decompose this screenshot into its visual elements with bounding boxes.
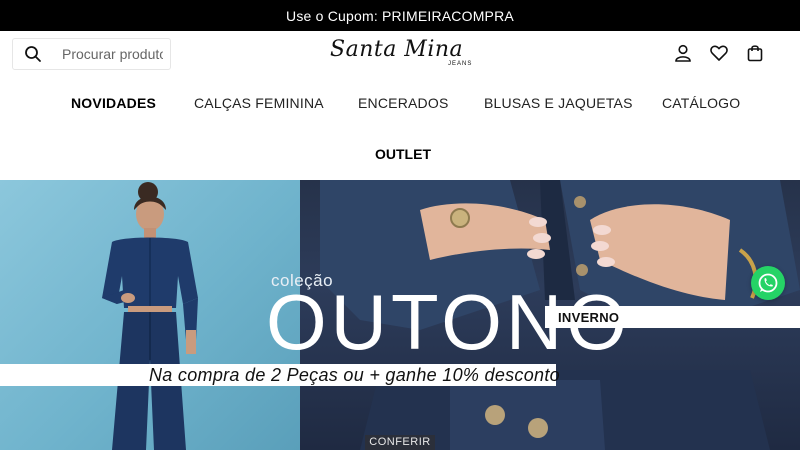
search-input[interactable] [53,46,163,62]
conferir-button[interactable]: CONFERIR [365,435,435,450]
main-nav: NOVIDADES CALÇAS FEMININA ENCERADOS BLUS… [0,79,800,162]
banner-subtag: INVERNO [558,310,620,325]
model-figure-image [102,182,198,450]
nav-item-catalogo[interactable]: CATÁLOGO [662,95,740,111]
header: Santa Mina JEANS [0,31,800,79]
search-icon[interactable] [13,39,53,69]
whatsapp-button[interactable] [751,266,785,300]
nav-item-novidades[interactable]: NOVIDADES [71,95,156,111]
nav-item-encerados[interactable]: ENCERADOS [358,95,448,111]
nav-item-calcas-feminina[interactable]: CALÇAS FEMININA [194,95,324,111]
nav-item-blusas-jaquetas[interactable]: BLUSAS E JAQUETAS [484,95,633,111]
announcement-bar: Use o Cupom: PRIMEIRACOMPRA [0,0,800,31]
heart-icon[interactable] [710,43,728,63]
whatsapp-icon [758,273,778,293]
conferir-label: CONFERIR [369,436,431,448]
hero-banner[interactable]: coleção OUTONO INVERNO Na compra de 2 Pe… [0,180,800,450]
banner-left-photo [0,180,300,450]
nav-item-outlet[interactable]: OUTLET [375,146,431,162]
logo-subtext: JEANS [448,61,473,67]
coupon-text: Use o Cupom: PRIMEIRACOMPRA [286,7,514,24]
header-icons [674,43,764,63]
brand-logo[interactable]: Santa Mina JEANS [320,37,480,75]
logo-script: Santa Mina [330,37,464,62]
search-box[interactable] [12,38,171,70]
user-icon[interactable] [674,43,692,63]
promo-text: Na compra de 2 Peças ou + ganhe 10% desc… [149,365,560,385]
bag-icon[interactable] [746,43,764,63]
